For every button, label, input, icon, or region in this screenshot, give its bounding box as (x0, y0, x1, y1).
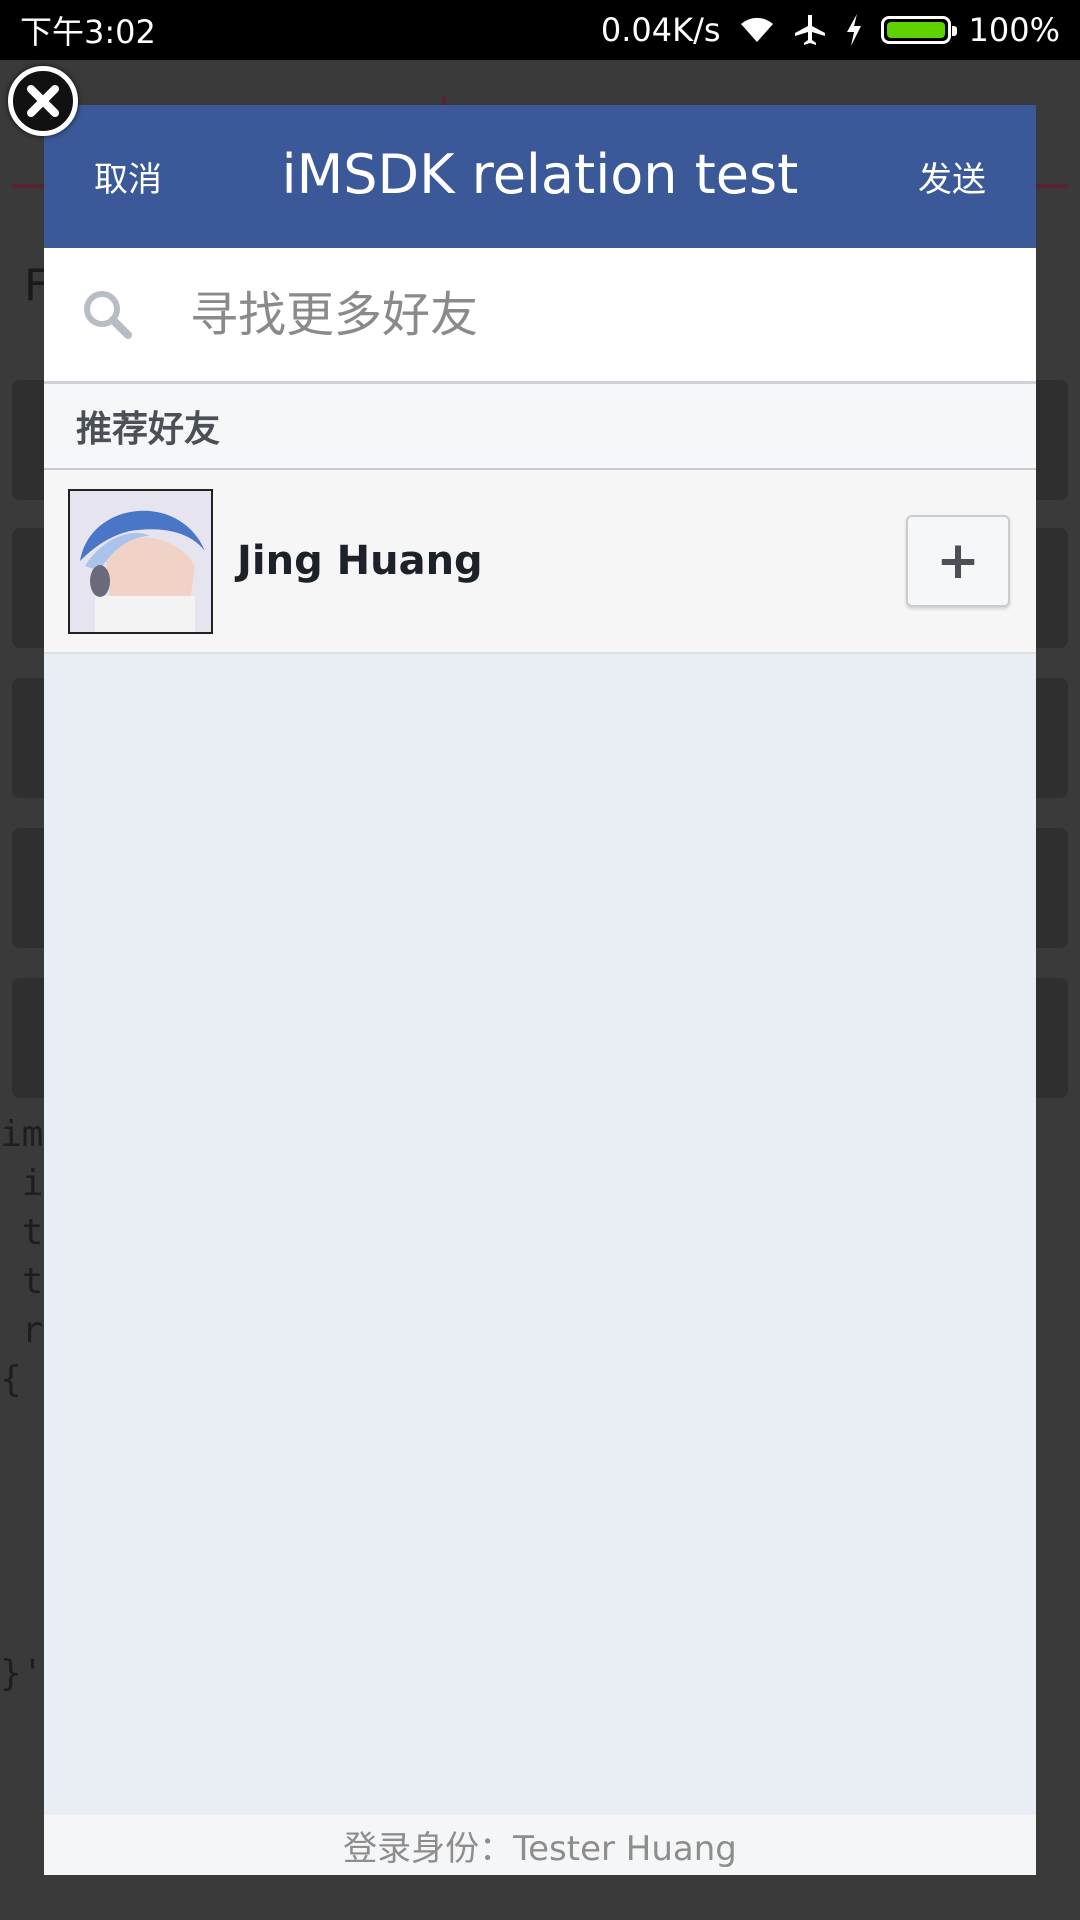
battery-level (886, 22, 945, 38)
airplane-mode-icon (794, 15, 825, 45)
search-bar (44, 248, 1036, 384)
close-dialog-button[interactable] (8, 66, 78, 136)
status-bar: 下午3:02 0.04K/s 100% (0, 0, 1080, 60)
charging-icon (846, 14, 861, 46)
dialog-header: 取消 iMSDK relation test 发送 (44, 105, 1036, 248)
status-indicators: 0.04K/s 100% (601, 11, 1060, 49)
plus-icon: + (936, 531, 980, 591)
send-button[interactable]: 发送 (918, 152, 986, 201)
search-icon (84, 290, 132, 339)
friend-name: Jing Huang (237, 538, 483, 584)
battery-percent: 100% (968, 11, 1060, 49)
list-item[interactable]: Jing Huang + (44, 470, 1036, 654)
wifi-icon (740, 17, 773, 42)
login-identity-footer: 登录身份：Tester Huang (44, 1815, 1036, 1875)
network-speed: 0.04K/s (600, 11, 721, 49)
add-friend-button[interactable]: + (906, 515, 1010, 607)
friend-request-dialog: 取消 iMSDK relation test 发送 推荐好友 Jing Huan… (44, 105, 1036, 1875)
avatar (68, 488, 213, 634)
section-title: 推荐好友 (44, 384, 1036, 470)
status-time: 下午3:02 (20, 13, 156, 51)
battery-icon (880, 16, 957, 44)
close-icon (27, 85, 59, 117)
search-input[interactable] (190, 286, 1036, 343)
cancel-button[interactable]: 取消 (94, 152, 162, 201)
dialog-title: iMSDK relation test (281, 143, 799, 206)
